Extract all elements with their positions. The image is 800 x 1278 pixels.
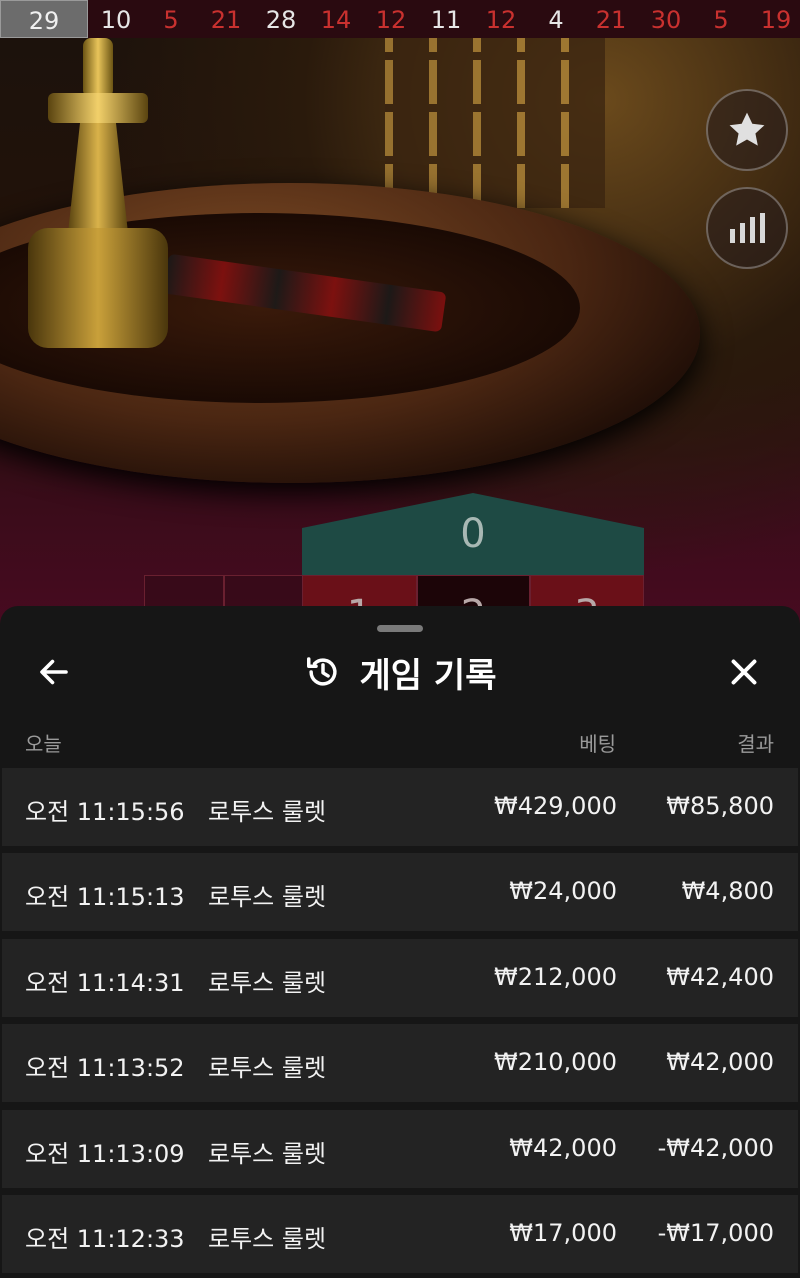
statistics-button[interactable] — [706, 187, 788, 269]
game-name: 로투스 룰렛 — [208, 883, 327, 911]
result-number: 10 — [100, 6, 132, 34]
bar-chart-icon — [729, 213, 765, 243]
result-amount: ₩42,000 — [666, 1048, 774, 1076]
game-name: 로투스 룰렛 — [208, 798, 327, 826]
game-name: 로투스 룰렛 — [208, 1225, 327, 1253]
background-lattice-window — [385, 38, 605, 208]
result-number: 30 — [650, 6, 682, 34]
wheel-turret — [28, 38, 168, 358]
round-time: 오전 11:14:31 — [25, 969, 185, 997]
page-title: 게임 기록 — [359, 655, 497, 696]
history-row[interactable]: 오전 11:14:31 로투스 룰렛 ₩212,000 ₩42,400 — [2, 939, 798, 1017]
bet-column-header: 베팅 — [579, 732, 616, 756]
favorites-button[interactable] — [706, 89, 788, 171]
result-number: 5 — [713, 6, 729, 34]
history-row[interactable]: 오전 11:12:33 로투스 룰렛 ₩17,000 -₩17,000 — [2, 1195, 798, 1273]
bet-amount: ₩210,000 — [494, 1048, 617, 1076]
result-number: 19 — [760, 6, 792, 34]
result-number: 21 — [595, 6, 627, 34]
result-number-latest: 29 — [0, 0, 88, 38]
round-time: 오전 11:13:09 — [25, 1140, 185, 1168]
history-row[interactable]: 오전 11:13:52 로투스 룰렛 ₩210,000 ₩42,000 — [2, 1024, 798, 1102]
round-time: 오전 11:15:56 — [25, 798, 185, 826]
close-button[interactable] — [716, 650, 772, 694]
bet-amount: ₩212,000 — [494, 963, 617, 991]
history-row[interactable]: 오전 11:13:09 로투스 룰렛 ₩42,000 -₩42,000 — [2, 1110, 798, 1188]
game-name: 로투스 룰렛 — [208, 1054, 327, 1082]
star-icon — [729, 112, 765, 146]
round-time: 오전 11:15:13 — [25, 883, 185, 911]
result-number: 5 — [163, 6, 179, 34]
date-group-label: 오늘 — [25, 732, 62, 756]
result-number: 28 — [265, 6, 297, 34]
bet-amount: ₩42,000 — [509, 1134, 617, 1162]
result-amount: ₩85,800 — [666, 792, 774, 820]
back-button[interactable] — [26, 650, 82, 694]
result-amount: ₩42,400 — [666, 963, 774, 991]
result-column-header: 결과 — [737, 732, 774, 756]
bet-amount: ₩429,000 — [494, 792, 617, 820]
arrow-left-icon — [40, 659, 68, 685]
history-row[interactable]: 오전 11:15:56 로투스 룰렛 ₩429,000 ₩85,800 — [2, 768, 798, 846]
result-number: 12 — [375, 6, 407, 34]
game-name: 로투스 룰렛 — [208, 1140, 327, 1168]
close-icon — [731, 659, 757, 685]
result-number: 12 — [485, 6, 517, 34]
result-amount: -₩42,000 — [657, 1134, 774, 1162]
result-amount: ₩4,800 — [681, 877, 774, 905]
sheet-title-group: 게임 기록 — [0, 636, 800, 708]
history-row[interactable]: 오전 11:15:13 로투스 룰렛 ₩24,000 ₩4,800 — [2, 853, 798, 931]
result-amount: -₩17,000 — [657, 1219, 774, 1247]
bet-spot-zero[interactable]: 0 — [302, 493, 644, 575]
recent-results-strip: 29 10 5 21 28 14 12 11 12 4 21 30 5 19 — [0, 0, 800, 38]
bet-amount: ₩17,000 — [509, 1219, 617, 1247]
game-history-sheet: 게임 기록 오늘 베팅 결과 오전 11:15:56 로투스 룰렛 ₩429,0… — [0, 606, 800, 1278]
sheet-drag-handle[interactable] — [377, 625, 423, 632]
result-number: 4 — [548, 6, 564, 34]
history-column-header: 오늘 베팅 결과 — [0, 724, 800, 760]
bet-amount: ₩24,000 — [509, 877, 617, 905]
sheet-header: 게임 기록 — [0, 636, 800, 708]
result-number: 14 — [320, 6, 352, 34]
live-video-feed: 0 1 1 2 3 — [0, 38, 800, 658]
game-name: 로투스 룰렛 — [208, 969, 327, 997]
result-number: 21 — [210, 6, 242, 34]
roulette-game-screen: 29 10 5 21 28 14 12 11 12 4 21 30 5 19 0… — [0, 0, 800, 1278]
history-icon — [306, 657, 337, 686]
bet-spot-label: 0 — [460, 511, 486, 557]
round-time: 오전 11:12:33 — [25, 1225, 185, 1253]
round-time: 오전 11:13:52 — [25, 1054, 185, 1082]
result-number: 11 — [430, 6, 462, 34]
